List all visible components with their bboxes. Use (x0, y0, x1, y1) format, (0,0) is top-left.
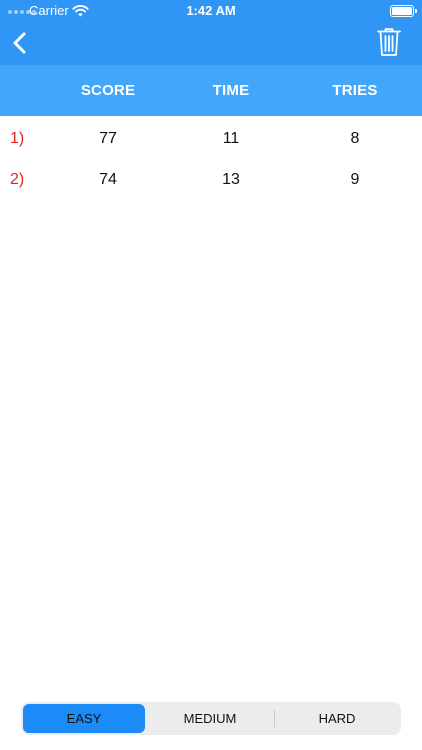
navigation-bar: Carrier 1:42 AM (0, 0, 422, 65)
back-button[interactable] (8, 30, 34, 56)
table-row: 1) 77 11 8 (0, 118, 422, 158)
column-header-tries: TRIES (332, 82, 378, 99)
rank-label: 1) (10, 130, 25, 147)
delete-scores-button[interactable] (376, 27, 402, 57)
rank-label: 2) (10, 171, 25, 188)
tries-value: 9 (350, 171, 360, 188)
segment-hard[interactable]: HARD (275, 704, 399, 733)
segment-easy[interactable]: EASY (23, 704, 145, 733)
tries-value: 8 (350, 130, 360, 147)
clock: 1:42 AM (186, 3, 236, 18)
column-header-time: TIME (212, 82, 250, 99)
score-value: 77 (99, 130, 117, 147)
time-value: 11 (222, 130, 240, 147)
chevron-left-icon (13, 32, 26, 54)
column-header-score: SCORE (80, 82, 136, 99)
table-header: SCORE TIME TRIES (0, 65, 422, 116)
time-value: 13 (222, 171, 240, 188)
status-bar: Carrier 1:42 AM (0, 0, 422, 22)
difficulty-segmented-control: EASY MEDIUM HARD (21, 702, 401, 735)
score-value: 74 (99, 171, 117, 188)
battery-icon (390, 5, 417, 17)
table-row: 2) 74 13 9 (0, 159, 422, 199)
trash-icon (377, 28, 401, 56)
segment-medium[interactable]: MEDIUM (147, 704, 273, 733)
